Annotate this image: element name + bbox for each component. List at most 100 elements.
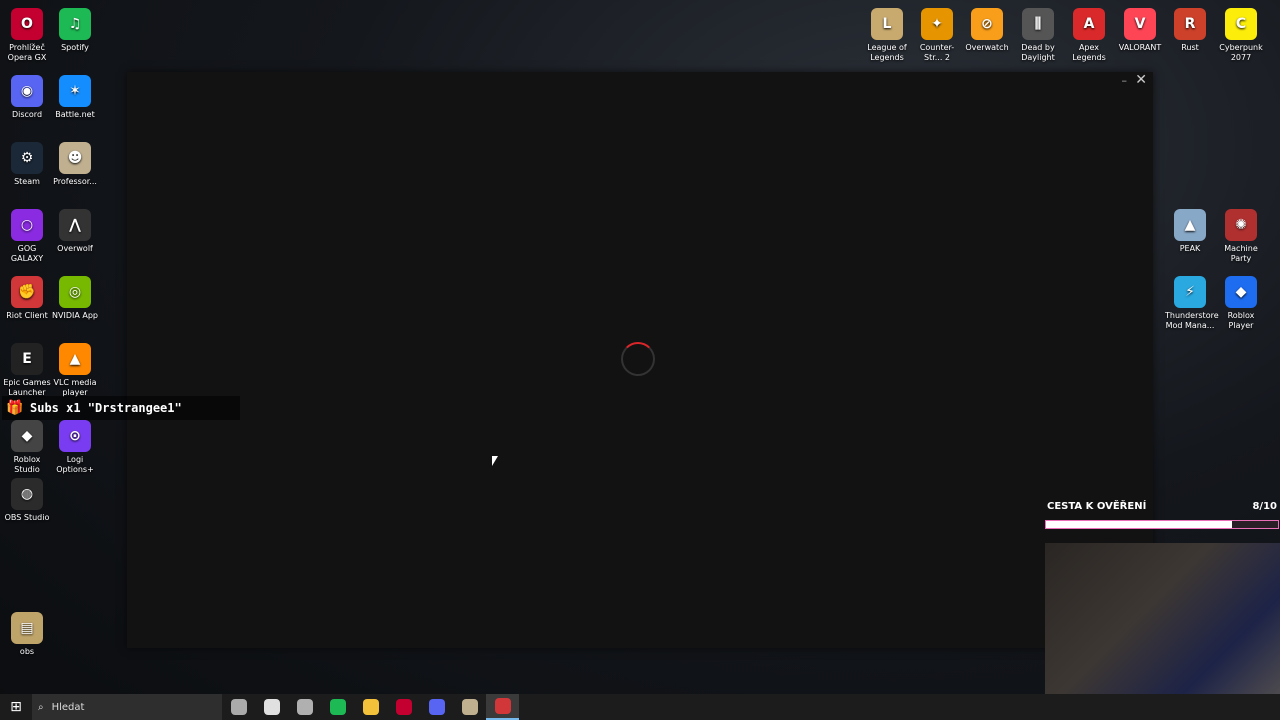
desktop-icon-peak[interactable]: ▲ PEAK [1165, 209, 1215, 254]
desktop-icon-overwatch[interactable]: ⊘ Overwatch [962, 8, 1012, 53]
minimize-button[interactable]: – [1122, 74, 1128, 87]
goal-count: 8/10 [1252, 501, 1277, 512]
app-icon: E [11, 343, 43, 375]
taskbar-app-tray-app[interactable] [288, 694, 321, 720]
taskbar-app-opera-gx[interactable] [387, 694, 420, 720]
spotify-icon [329, 699, 346, 715]
desktop-icon-label: Riot Client [6, 311, 48, 320]
desktop-icon-obs-studio[interactable]: ◍ OBS Studio [2, 478, 52, 523]
desktop-icon-label: Roblox Studio [13, 455, 41, 474]
desktop-icon-label: OBS Studio [4, 513, 50, 522]
desktop-icon-label: Dead by Daylight [1021, 43, 1055, 62]
desktop-icon-label: Discord [11, 110, 43, 119]
desktop-icon-label: Roblox Player [1227, 311, 1255, 330]
opera-gx-icon [395, 699, 412, 715]
app-icon: C [1225, 8, 1257, 40]
desktop-icon-roblox-player[interactable]: ◆ Roblox Player [1216, 276, 1266, 331]
app-icon: ⋀ [59, 209, 91, 241]
mouse-cursor-icon [492, 456, 498, 466]
app-icon: ✦ [921, 8, 953, 40]
app-icon: A [1073, 8, 1105, 40]
app-icon: O [11, 8, 43, 40]
desktop-icon-vlc-media-player[interactable]: ▲ VLC media player [50, 343, 100, 398]
desktop-icon-roblox-studio[interactable]: ◆ Roblox Studio [2, 420, 52, 475]
goal-progress-fill [1046, 521, 1232, 528]
desktop-icon-label: Overwatch [965, 43, 1009, 52]
app-icon: ▲ [1174, 209, 1206, 241]
desktop-icon-label: GOG GALAXY [10, 244, 44, 263]
file-explorer-icon [362, 699, 379, 715]
desktop-icon-label: Epic Games Launcher [3, 378, 51, 397]
goal-progress-bar [1045, 520, 1279, 529]
taskbar-search[interactable]: ⌕ Hledat [32, 694, 222, 720]
app-icon: ✺ [1225, 209, 1257, 241]
taskbar-app-file-explorer[interactable] [354, 694, 387, 720]
desktop-icon-gog-galaxy[interactable]: ○ GOG GALAXY [2, 209, 52, 264]
desktop-icon-label: PEAK [1179, 244, 1201, 253]
app-icon: ⊘ [971, 8, 1003, 40]
app-window: – ✕ [127, 72, 1153, 648]
taskbar-app-professor[interactable] [453, 694, 486, 720]
app-icon: ☻ [59, 142, 91, 174]
chrome-like-icon [263, 699, 280, 715]
tray-app-icon [296, 699, 313, 715]
desktop-icon-logi-options[interactable]: ⊙ Logi Options+ [50, 420, 100, 475]
app-icon: ○ [11, 209, 43, 241]
desktop-icon-steam[interactable]: ⚙ Steam [2, 142, 52, 187]
desktop-icon-overwolf[interactable]: ⋀ Overwolf [50, 209, 100, 254]
start-button[interactable]: ⊞ [0, 694, 32, 720]
desktop-icon-apex-legends[interactable]: A Apex Legends [1064, 8, 1114, 63]
desktop-icon-obs[interactable]: ▤ obs [2, 612, 52, 657]
loading-spinner-icon [621, 342, 655, 376]
desktop-icon-label: Apex Legends [1072, 43, 1106, 62]
desktop-icon-label: Logi Options+ [56, 455, 94, 474]
riot-client-icon [494, 698, 511, 714]
desktop-icon-spotify[interactable]: ♫ Spotify [50, 8, 100, 53]
taskbar-app-task-view[interactable] [222, 694, 255, 720]
desktop-icon-battle-net[interactable]: ✶ Battle.net [50, 75, 100, 120]
taskbar-app-riot-client[interactable] [486, 694, 519, 720]
desktop-icon-prohl-e-opera-gx[interactable]: O Prohlížeč Opera GX [2, 8, 52, 63]
app-icon: ♫ [59, 8, 91, 40]
app-icon: ✊ [11, 276, 43, 308]
desktop-icon-thunderstore-mod-mana[interactable]: ⚡ Thunderstore Mod Mana... [1165, 276, 1219, 331]
subs-alert-overlay: 🎁 Subs x1 "Drstrangee1" [2, 396, 240, 420]
app-icon: ◎ [59, 276, 91, 308]
app-icon: ◉ [11, 75, 43, 107]
desktop-icon-rust[interactable]: R Rust [1165, 8, 1215, 53]
desktop-icon-label: NVIDIA App [52, 311, 98, 320]
app-icon: ◆ [11, 420, 43, 452]
desktop-icon-label: Rust [1181, 43, 1199, 52]
app-icon: ⚡ [1174, 276, 1206, 308]
desktop-icon-league-of-legends[interactable]: L League of Legends [862, 8, 912, 63]
desktop-icon-nvidia-app[interactable]: ◎ NVIDIA App [50, 276, 100, 321]
taskbar-app-spotify[interactable] [321, 694, 354, 720]
taskbar-app-chrome-like[interactable] [255, 694, 288, 720]
app-icon: ◍ [11, 478, 43, 510]
close-button[interactable]: ✕ [1135, 72, 1147, 88]
subs-alert-text: Subs x1 "Drstrangee1" [30, 401, 182, 415]
app-icon: ⊙ [59, 420, 91, 452]
desktop-icon-cyberpunk-2077[interactable]: C Cyberpunk 2077 [1216, 8, 1266, 63]
desktop-icon-riot-client[interactable]: ✊ Riot Client [2, 276, 52, 321]
task-view-icon [230, 699, 247, 715]
desktop-icon-label: Spotify [61, 43, 89, 52]
taskbar: ⊞ ⌕ Hledat [0, 694, 1280, 720]
professor-icon [461, 699, 478, 715]
desktop-icon-valorant[interactable]: V VALORANT [1115, 8, 1165, 53]
desktop-icon-professor[interactable]: ☻ Professor... [50, 142, 100, 187]
desktop-icon-dead-by-daylight[interactable]: ⫼ Dead by Daylight [1013, 8, 1063, 63]
desktop-icon-epic-games-launcher[interactable]: E Epic Games Launcher [2, 343, 52, 398]
desktop: O Prohlížeč Opera GX ♫ Spotify ◉ Discord ✶ Batt… [0, 0, 1280, 720]
desktop-icon-machine-party[interactable]: ✺ Machine Party [1216, 209, 1266, 264]
app-icon: V [1124, 8, 1156, 40]
desktop-icon-label: League of Legends [867, 43, 907, 62]
taskbar-app-discord[interactable] [420, 694, 453, 720]
app-icon: ▲ [59, 343, 91, 375]
desktop-icon-counter-str-2[interactable]: ✦ Counter-Str... 2 [912, 8, 962, 63]
desktop-icon-label: Steam [14, 177, 40, 186]
desktop-icon-discord[interactable]: ◉ Discord [2, 75, 52, 120]
app-icon: ▤ [11, 612, 43, 644]
windows-icon: ⊞ [10, 699, 22, 715]
desktop-icon-label: Machine Party [1224, 244, 1258, 263]
